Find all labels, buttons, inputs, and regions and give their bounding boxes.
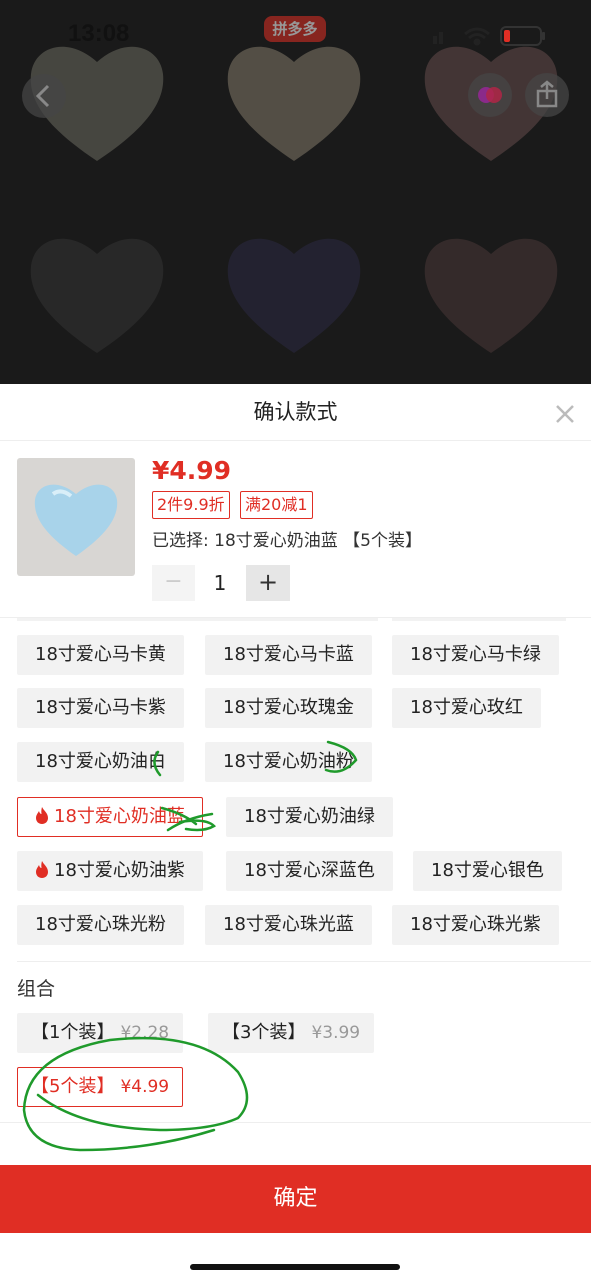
- pack-option-selected[interactable]: 【5个装】 ¥4.99: [17, 1067, 184, 1107]
- fire-icon: [36, 806, 48, 824]
- pack-price: ¥4.99: [120, 1077, 170, 1097]
- style-option[interactable]: 18寸爱心马卡绿: [392, 635, 559, 675]
- style-option[interactable]: 18寸爱心玫红: [392, 688, 541, 728]
- video-icon: [478, 87, 502, 103]
- back-button[interactable]: [22, 74, 66, 118]
- style-option-label: 18寸爱心奶油蓝: [54, 806, 185, 827]
- pack-name: 【5个装】: [31, 1076, 115, 1097]
- style-option[interactable]: 18寸爱心珠光粉: [17, 905, 184, 945]
- style-option[interactable]: 18寸爱心马卡紫: [17, 688, 184, 728]
- product-price: ¥4.99: [152, 456, 232, 485]
- pack-option[interactable]: 【1个装】 ¥2.28: [17, 1013, 184, 1053]
- group-label: 组合: [17, 978, 56, 1000]
- signal-icon: [433, 32, 443, 44]
- style-options-list[interactable]: 18寸爱心马卡黄 18寸爱心马卡蓝 18寸爱心马卡绿 18寸爱心马卡紫 18寸爱…: [0, 618, 591, 962]
- style-option-partial[interactable]: [205, 618, 378, 621]
- pack-price: ¥2.28: [120, 1023, 170, 1043]
- pack-name: 【1个装】: [31, 1022, 115, 1043]
- share-icon: [536, 80, 558, 108]
- increment-button[interactable]: +: [246, 565, 290, 601]
- brand-badge: 拼多多: [264, 16, 326, 42]
- close-icon: [556, 405, 574, 423]
- style-option[interactable]: 18寸爱心马卡蓝: [205, 635, 372, 675]
- product-gallery: 13:08 拼多多: [0, 0, 591, 384]
- fire-icon: [36, 860, 48, 878]
- decrement-button[interactable]: −: [152, 565, 195, 601]
- quantity-value[interactable]: 1: [200, 565, 240, 601]
- style-option-partial[interactable]: [392, 618, 566, 621]
- promo-tag: 2件9.9折: [152, 491, 230, 519]
- style-option-selected[interactable]: 18寸爱心奶油蓝: [17, 797, 203, 837]
- share-button[interactable]: [525, 73, 569, 117]
- style-option[interactable]: 18寸爱心银色: [413, 851, 562, 891]
- divider: [0, 440, 591, 441]
- pack-price: ¥3.99: [311, 1023, 361, 1043]
- heart-balloon-image: [34, 484, 118, 556]
- quantity-stepper: − 1 +: [152, 565, 292, 601]
- sheet-title: 确认款式: [253, 400, 338, 424]
- pack-option[interactable]: 【3个装】 ¥3.99: [208, 1013, 375, 1053]
- battery-icon: [500, 26, 545, 46]
- divider: [17, 961, 591, 962]
- pack-name: 【3个装】: [222, 1022, 306, 1043]
- style-option[interactable]: 18寸爱心奶油白: [17, 742, 184, 782]
- modal-backdrop[interactable]: [0, 0, 591, 384]
- style-option[interactable]: 18寸爱心马卡黄: [17, 635, 184, 675]
- wifi-icon: [464, 27, 490, 46]
- style-option[interactable]: 18寸爱心珠光紫: [392, 905, 559, 945]
- status-time: 13:08: [68, 20, 130, 47]
- style-picker-sheet: 确认款式 ¥4.99 2件9.9折 满20减1 已选择: 18寸爱心奶油蓝 【5…: [0, 384, 591, 1280]
- style-option-label: 18寸爱心奶油紫: [54, 860, 185, 881]
- video-button[interactable]: [468, 73, 512, 117]
- style-option-partial[interactable]: [17, 618, 208, 621]
- chevron-left-icon: [35, 84, 50, 108]
- divider: [0, 1122, 591, 1123]
- style-option[interactable]: 18寸爱心深蓝色: [226, 851, 393, 891]
- product-thumbnail[interactable]: [17, 458, 135, 576]
- confirm-button[interactable]: 确定: [0, 1165, 591, 1233]
- style-option[interactable]: 18寸爱心奶油绿: [226, 797, 393, 837]
- style-option[interactable]: 18寸爱心奶油粉: [205, 742, 372, 782]
- selected-summary: 已选择: 18寸爱心奶油蓝 【5个装】: [152, 531, 422, 551]
- style-option[interactable]: 18寸爱心玫瑰金: [205, 688, 372, 728]
- promo-tag: 满20减1: [240, 491, 313, 519]
- home-indicator: [190, 1264, 400, 1270]
- style-option[interactable]: 18寸爱心珠光蓝: [205, 905, 372, 945]
- style-option[interactable]: 18寸爱心奶油紫: [17, 851, 203, 891]
- status-icons: [433, 26, 545, 46]
- close-button[interactable]: [552, 401, 578, 427]
